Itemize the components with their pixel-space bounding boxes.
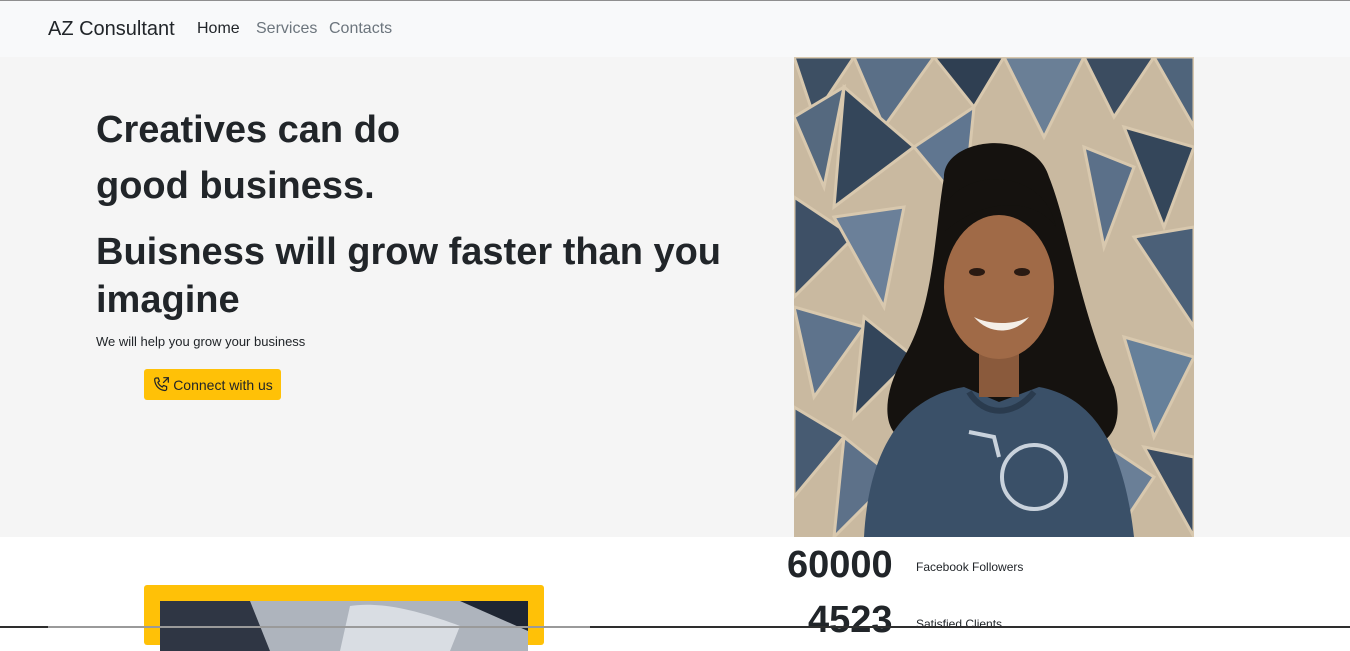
- nav-home-link[interactable]: Home: [197, 20, 240, 38]
- connect-button[interactable]: Connect with us: [144, 369, 281, 400]
- feature-card: [144, 585, 544, 651]
- stat-clients-value: 4523: [808, 599, 893, 641]
- connect-button-label: Connect with us: [173, 376, 273, 393]
- hero-lead-text: We will help you grow your business: [96, 334, 306, 349]
- navbar: AZ Consultant Home Services Contacts: [0, 1, 1350, 57]
- brand-link[interactable]: AZ Consultant: [48, 18, 175, 41]
- nav-contacts-link[interactable]: Contacts: [329, 20, 392, 38]
- hero-headline-line1: Creatives can do: [96, 109, 401, 151]
- nav-services-link[interactable]: Services: [256, 20, 317, 38]
- stat-followers-label: Facebook Followers: [916, 560, 1024, 574]
- portrait-photo: [794, 57, 1194, 537]
- stat-followers-value: 60000: [787, 544, 893, 586]
- stat-clients-label: Satisfied Clients: [916, 617, 1003, 631]
- phone-outgoing-icon: [154, 376, 170, 391]
- hero-subheadline: Buisness will grow faster than you imagi…: [96, 231, 722, 321]
- hero-section: Creatives can do good business. Buisness…: [0, 57, 1350, 537]
- hero-headline-line2: good business.: [96, 165, 375, 207]
